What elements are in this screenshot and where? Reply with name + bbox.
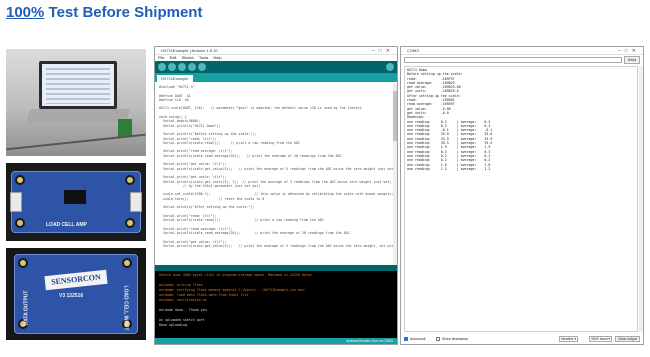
version-label: V3 122516 [59, 293, 84, 299]
line-ending-value: Newline [561, 337, 574, 341]
mount-hole [125, 218, 135, 228]
verify-button[interactable] [158, 63, 166, 71]
photo-board-bottom: SENSORCON V3 122516 DATA OUTPUT LOAD CEL… [6, 248, 146, 340]
usb-cable [6, 133, 146, 151]
code-line: Serial.println(scale.get_value(5)); // p… [159, 166, 397, 171]
serial-scrollbar[interactable] [639, 66, 643, 332]
upload-button[interactable] [168, 63, 176, 71]
brand-logo: SENSORCON [44, 269, 108, 291]
mount-hole [18, 258, 28, 268]
output-console: Sketch uses 4484 bytes (13%) of program … [155, 271, 397, 340]
headline-percent: 100% [6, 4, 45, 21]
serial-window-title: COM3 [407, 48, 419, 53]
window-controls-icon[interactable]: –□✕ [372, 47, 394, 55]
save-button[interactable] [198, 63, 206, 71]
code-editor[interactable]: #include "HX711.h" #define DOUT A1 #define… [155, 83, 397, 265]
hx711-chip [64, 190, 86, 204]
tab-sketch[interactable]: HX711Example [157, 75, 193, 82]
board-status: Arduino/Genuino Uno on COM3 [155, 338, 397, 344]
clear-output-button[interactable]: Clear output [614, 336, 640, 342]
line-ending-select[interactable]: Newline ▾ [559, 336, 579, 342]
photo-laptop-test-setup [6, 49, 146, 156]
editor-scrollbar[interactable] [393, 83, 397, 265]
load-cell-input-label: LOAD CELL INPUT [122, 285, 129, 331]
ide-toolbar [155, 61, 397, 73]
data-output-label: DATA OUTPUT [23, 290, 30, 326]
code-line: HX711 scale(DOUT, CLK); // parameter "ga… [159, 106, 362, 111]
page-headline: 100% Test Before Shipment [6, 4, 202, 21]
baud-value: 9600 baud [591, 337, 608, 341]
ide-window-title: HX711Example | Arduino 1.8.10 [161, 48, 218, 53]
menu-sketch[interactable]: Sketch [182, 55, 194, 60]
serial-input-row: Send [401, 55, 643, 65]
timestamp-label: Show timestamp [442, 337, 468, 341]
baud-select[interactable]: 9600 baud ▾ [589, 336, 613, 342]
send-button[interactable]: Send [624, 56, 640, 64]
menu-help[interactable]: Help [213, 55, 221, 60]
mount-hole [15, 175, 25, 185]
menu-edit[interactable]: Edit [170, 55, 177, 60]
menu-tools[interactable]: Tools [199, 55, 208, 60]
timestamp-checkbox[interactable] [436, 337, 440, 341]
console-line: Done uploading. [159, 323, 189, 327]
headline-text: Test Before Shipment [44, 4, 203, 21]
laptop-screen [39, 61, 117, 109]
new-button[interactable] [178, 63, 186, 71]
open-button[interactable] [188, 63, 196, 71]
arduino-ide-window: HX711Example | Arduino 1.8.10 –□✕ File E… [154, 46, 398, 345]
mount-hole [125, 175, 135, 185]
serial-send-input[interactable] [404, 57, 622, 63]
photo-board-top: LOAD CELL AMP [6, 163, 146, 241]
serial-bottom-bar: Autoscroll Show timestamp Newline ▾ 9600… [401, 334, 643, 344]
serial-line: one reading: 1.2 | average: 1.2 [407, 166, 491, 171]
ide-tab-bar: HX711Example [155, 73, 397, 82]
window-controls-icon[interactable]: –□✕ [618, 47, 640, 55]
serial-output: HX711 Demo Before setting up the scale: re… [404, 66, 638, 332]
autoscroll-label: Autoscroll [410, 337, 426, 341]
serial-title-bar: COM3 –□✕ [401, 47, 643, 55]
mount-hole [122, 258, 132, 268]
connector-left [10, 192, 22, 212]
pcb-board: LOAD CELL AMP [10, 171, 142, 233]
silk-label: LOAD CELL AMP [46, 222, 87, 228]
connector-right [130, 192, 142, 212]
code-line: Serial.println(scale.get_value(5)); // p… [159, 243, 397, 248]
menu-file[interactable]: File [158, 55, 164, 60]
autoscroll-checkbox[interactable] [404, 337, 408, 341]
ide-title-bar: HX711Example | Arduino 1.8.10 –□✕ [155, 47, 397, 55]
mount-hole [15, 218, 25, 228]
laptop-keyboard [25, 109, 131, 123]
pcb-board-back: SENSORCON V3 122516 DATA OUTPUT LOAD CEL… [14, 254, 138, 334]
serial-monitor-window: COM3 –□✕ Send HX711 Demo Before setting u… [400, 46, 644, 345]
serial-monitor-button[interactable] [386, 63, 394, 71]
